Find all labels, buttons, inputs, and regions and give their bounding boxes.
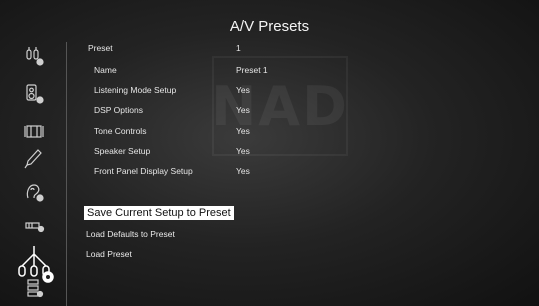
setting-label-listening-mode-setup: Listening Mode Setup: [94, 85, 177, 95]
sidebar: [0, 36, 68, 306]
pen-icon[interactable]: [20, 146, 48, 170]
setting-label-tone-controls: Tone Controls: [94, 126, 147, 136]
setting-label-speaker-setup: Speaker Setup: [94, 146, 151, 156]
listening-mode-icon[interactable]: [20, 180, 48, 204]
load-preset-button[interactable]: Load Preset: [86, 249, 132, 259]
setting-value-listening-mode-setup[interactable]: Yes: [236, 85, 250, 95]
preset-label: Preset: [88, 43, 113, 53]
setting-label-front-panel-display-setup: Front Panel Display Setup: [94, 166, 193, 176]
input-setup-icon[interactable]: [20, 44, 48, 68]
setting-label-dsp-options: DSP Options: [94, 105, 143, 115]
load-defaults-button[interactable]: Load Defaults to Preset: [86, 229, 175, 239]
speaker-setup-icon[interactable]: [20, 82, 48, 106]
source-setup-icon[interactable]: [20, 214, 48, 238]
preset-value[interactable]: 1: [236, 43, 241, 53]
setting-value-tone-controls[interactable]: Yes: [236, 126, 250, 136]
watermark-text: NAD: [211, 74, 349, 138]
save-current-setup-button[interactable]: Save Current Setup to Preset: [84, 206, 234, 220]
setting-value-speaker-setup[interactable]: Yes: [236, 146, 250, 156]
system-icon[interactable]: [20, 276, 48, 300]
page-title: A/V Presets: [229, 18, 310, 35]
nad-watermark-logo: NAD: [211, 56, 349, 156]
setting-label-name: Name: [94, 65, 117, 75]
setting-value-front-panel-display-setup[interactable]: Yes: [236, 166, 250, 176]
setting-value-name[interactable]: Preset 1: [236, 65, 268, 75]
display-setup-icon[interactable]: [20, 120, 48, 144]
setting-value-dsp-options[interactable]: Yes: [236, 105, 250, 115]
